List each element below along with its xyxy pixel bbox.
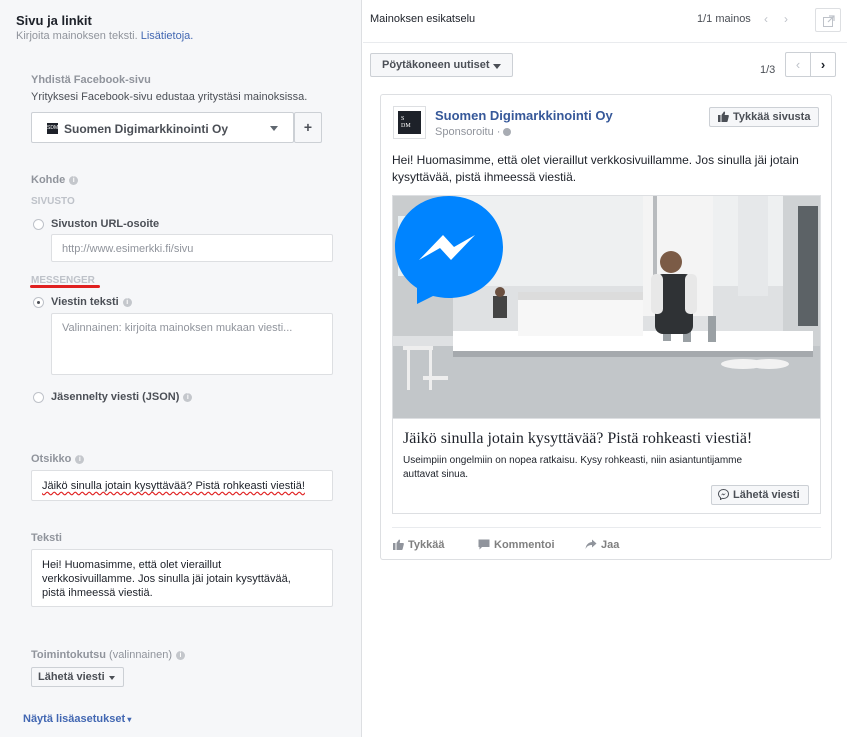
globe-icon xyxy=(503,128,512,136)
messenger-small-icon xyxy=(717,488,730,501)
connect-page-description: Yrityksesi Facebook-sivu edustaa yrityst… xyxy=(31,91,308,103)
cta-select[interactable]: Lähetä viesti xyxy=(31,667,124,687)
message-text-label: Viestin teksti i xyxy=(51,296,132,308)
placement-pager: 1/3 xyxy=(760,64,776,76)
target-label: Kohde i xyxy=(31,174,79,186)
chevron-down-icon xyxy=(493,64,501,69)
previous-ad-icon[interactable]: ‹ xyxy=(764,12,768,26)
headline-input[interactable]: Jäikö sinulla jotain kysyttävää? Pistä r… xyxy=(31,470,333,501)
like-action[interactable]: Tykkää xyxy=(393,539,445,551)
section-title: Sivu ja linkit xyxy=(16,13,92,28)
placement-dropdown[interactable]: Pöytäkoneen uutiset xyxy=(370,53,513,77)
add-page-button[interactable]: + xyxy=(294,112,322,143)
ad-preview-panel: Mainoksen esikatselu 1/1 mainos ‹ › Pöyt… xyxy=(363,0,847,737)
website-url-radio[interactable] xyxy=(33,219,44,230)
sdm-logo-icon: S DM xyxy=(398,111,421,134)
info-icon[interactable]: i xyxy=(69,176,79,185)
info-icon[interactable]: i xyxy=(176,651,186,660)
divider xyxy=(392,527,821,528)
preview-title: Mainoksen esikatselu xyxy=(370,13,476,25)
message-text-radio[interactable] xyxy=(33,297,44,308)
website-section-label: SIVUSTO xyxy=(31,196,75,207)
learn-more-link[interactable]: Lisätietoja. xyxy=(141,30,194,42)
cta-label: Toimintokutsu (valinnainen) i xyxy=(31,649,186,661)
ad-body-text: Hei! Huomasimme, että olet vieraillut ve… xyxy=(392,153,799,184)
share-action[interactable]: Jaa xyxy=(585,539,619,551)
text-label: Teksti xyxy=(31,532,62,544)
divider xyxy=(363,42,847,43)
show-advanced-options-link[interactable]: Näytä lisäasetukset ▾ xyxy=(23,713,131,725)
page-logo-icon: SDM xyxy=(47,123,58,134)
sponsored-label: Sponsoroitu · xyxy=(435,126,512,138)
ad-link-caption[interactable]: Jäikö sinulla jotain kysyttävää? Pistä r… xyxy=(392,418,821,514)
ad-editor-panel: Sivu ja linkit Kirjoita mainoksen teksti… xyxy=(0,0,362,737)
chevron-down-icon xyxy=(109,676,115,680)
website-url-label: Sivuston URL-osoite xyxy=(51,218,160,230)
ad-page-name[interactable]: Suomen Digimarkkinointi Oy xyxy=(435,108,613,123)
like-page-button[interactable]: Tykkää sivusta xyxy=(709,107,819,127)
ad-headline: Jäikö sinulla jotain kysyttävää? Pistä r… xyxy=(403,430,753,447)
json-message-label: Jäsennelty viesti (JSON) i xyxy=(51,391,193,403)
next-placement-button[interactable]: › xyxy=(810,52,836,77)
primary-text-textarea[interactable]: Hei! Huomasimme, että olet vieraillut ve… xyxy=(31,549,333,607)
connect-page-label: Yhdistä Facebook-sivu xyxy=(31,74,151,86)
page-avatar[interactable]: S DM xyxy=(393,106,426,139)
website-url-input[interactable]: http://www.esimerkki.fi/sivu xyxy=(51,234,333,262)
headline-label: Otsikko i xyxy=(31,453,85,465)
messenger-icon xyxy=(395,196,503,304)
info-icon[interactable]: i xyxy=(183,393,193,402)
ad-image[interactable] xyxy=(392,195,821,418)
external-link-icon xyxy=(823,15,835,27)
info-icon[interactable]: i xyxy=(122,298,132,307)
share-icon xyxy=(585,539,597,549)
ad-preview-card: S DM Suomen Digimarkkinointi Oy Sponsoro… xyxy=(380,94,832,560)
chevron-down-icon xyxy=(270,126,278,131)
ad-link-description: Useimpiin ongelmiin on nopea ratkaisu. K… xyxy=(403,455,743,480)
section-subtitle: Kirjoita mainoksen teksti. Lisätietoja. xyxy=(16,30,194,42)
facebook-page-select[interactable]: SDM Suomen Digimarkkinointi Oy xyxy=(31,112,294,143)
ad-count: 1/1 mainos xyxy=(697,13,751,25)
json-message-radio[interactable] xyxy=(33,392,44,403)
info-icon[interactable]: i xyxy=(75,455,85,464)
chevron-down-icon: ▾ xyxy=(125,715,132,724)
send-message-button[interactable]: Lähetä viesti xyxy=(711,485,809,505)
next-ad-icon[interactable]: › xyxy=(784,12,788,26)
previous-placement-button[interactable]: ‹ xyxy=(785,52,811,77)
message-text-textarea[interactable]: Valinnainen: kirjoita mainoksen mukaan v… xyxy=(51,313,333,375)
selected-page-name: Suomen Digimarkkinointi Oy xyxy=(64,122,229,136)
thumbs-up-icon xyxy=(718,111,729,122)
comment-icon xyxy=(478,539,490,550)
red-annotation-underline xyxy=(30,285,100,288)
open-external-button[interactable] xyxy=(815,8,841,32)
comment-action[interactable]: Kommentoi xyxy=(478,539,555,551)
thumbs-up-icon xyxy=(393,539,404,550)
